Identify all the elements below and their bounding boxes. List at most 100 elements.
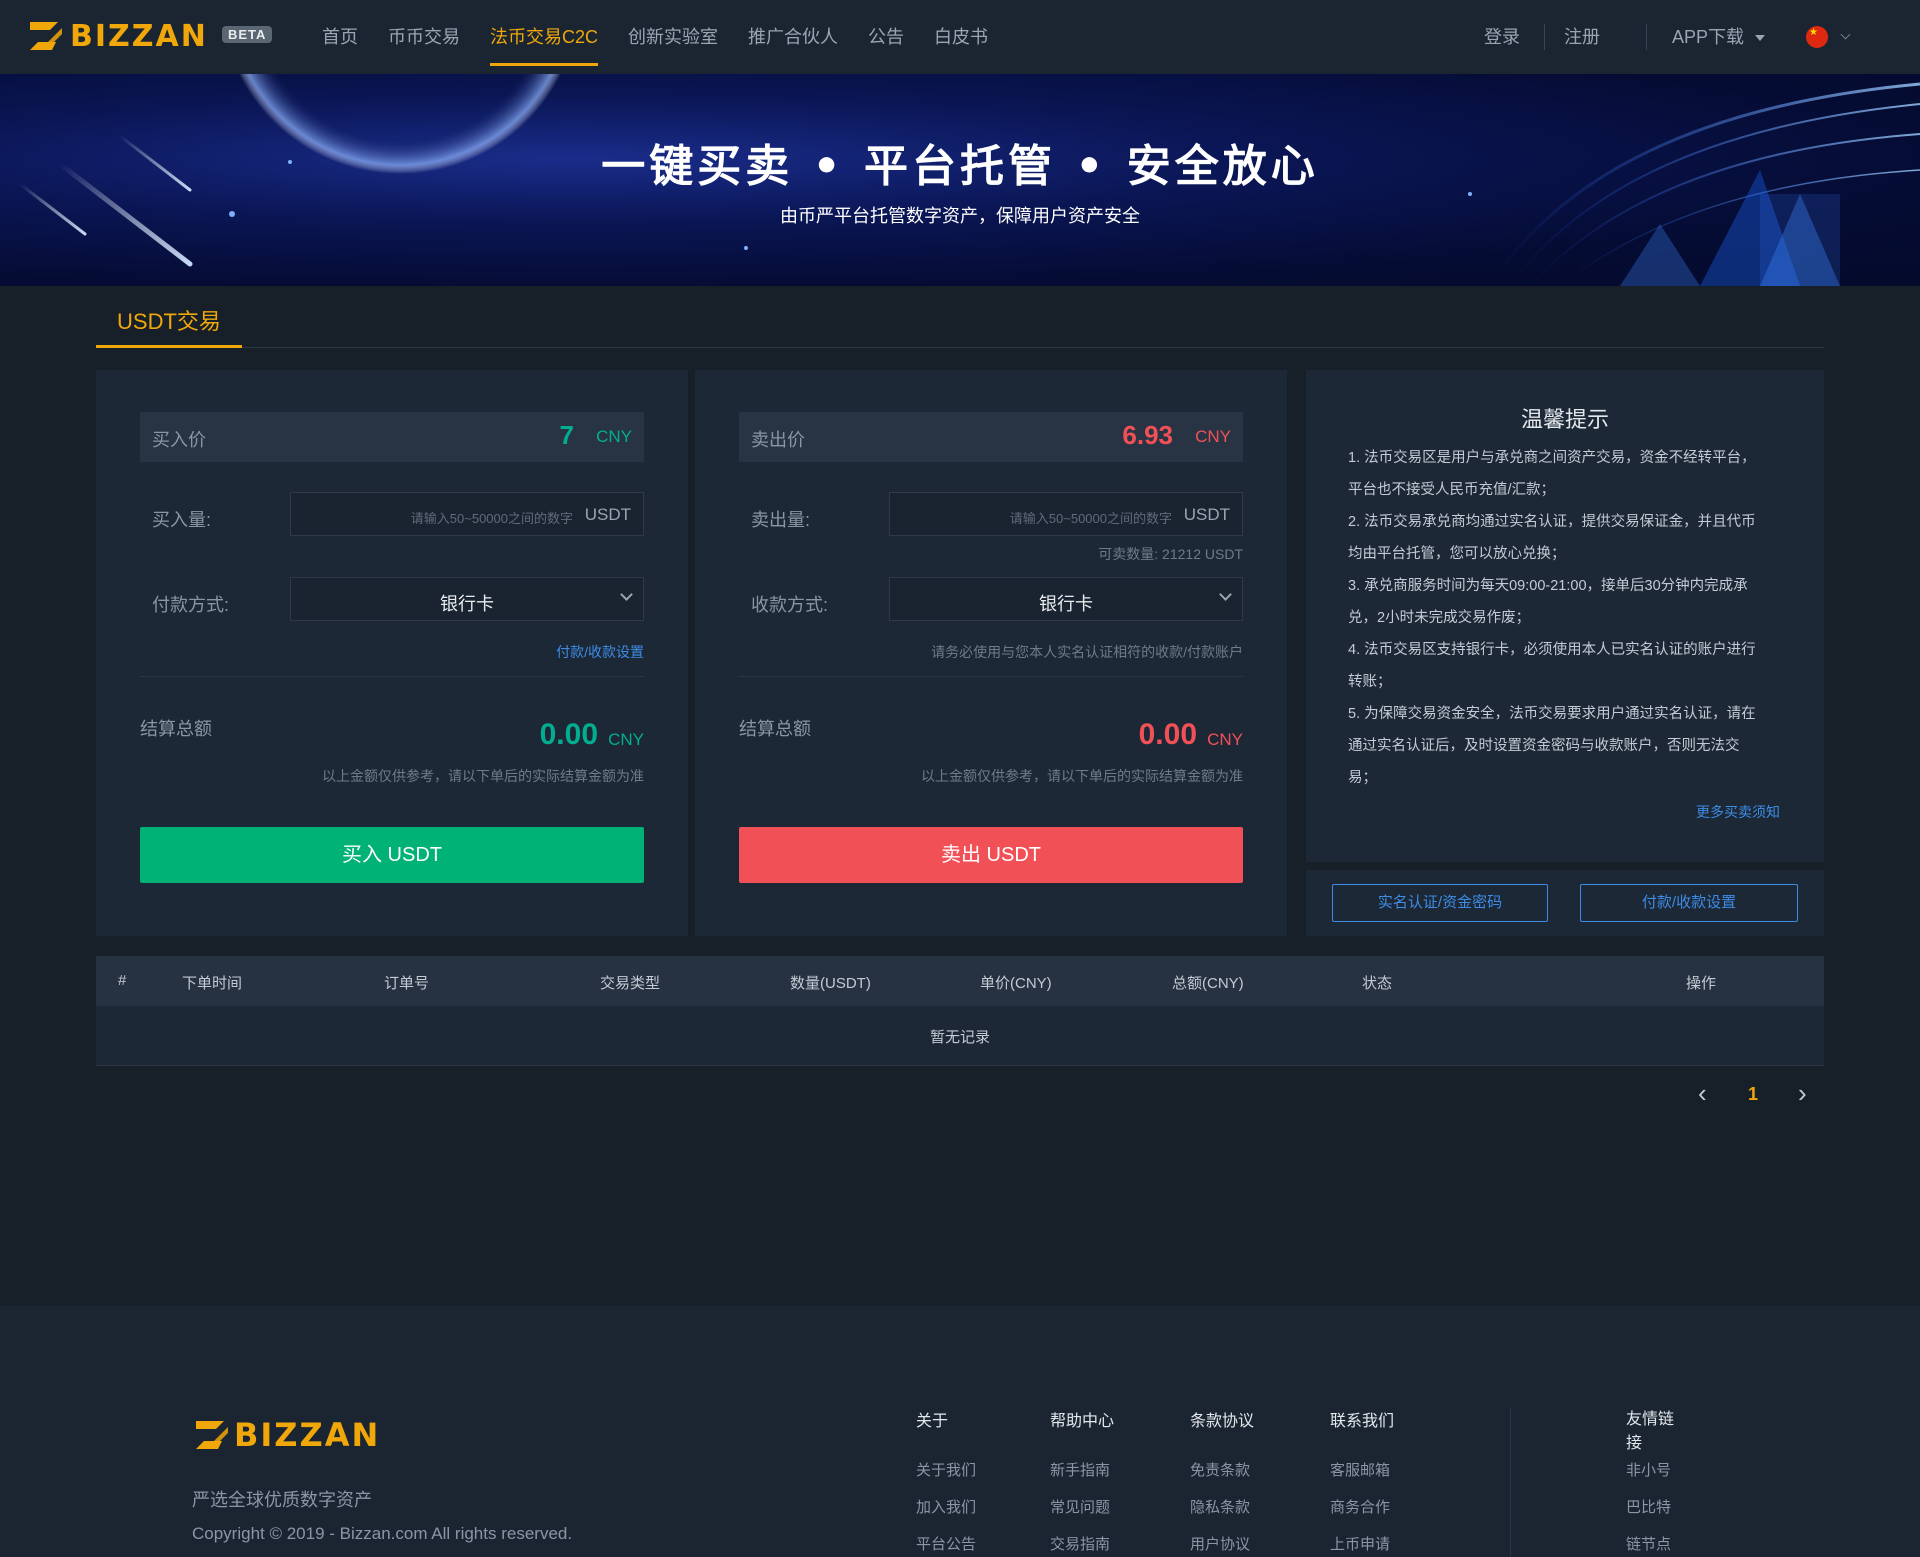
- pager-page-1[interactable]: 1: [1748, 1084, 1758, 1112]
- site-logo[interactable]: BIZZAN: [28, 16, 208, 56]
- tab-usdt[interactable]: USDT交易: [96, 296, 242, 348]
- sell-amount-unit: USDT: [1183, 505, 1230, 524]
- buy-amount-label: 买入量:: [152, 510, 212, 530]
- divider: [140, 676, 644, 677]
- pager-next-button[interactable]: ›: [1798, 1078, 1807, 1108]
- footer-link[interactable]: 新手指南: [1050, 1462, 1114, 1499]
- orders-table-body: 暂无记录: [96, 1006, 1824, 1066]
- sell-amount-placeholder: 请输入50~50000之间的数字: [1009, 511, 1172, 526]
- buy-usdt-button[interactable]: 买入 USDT: [140, 827, 644, 883]
- footer-link[interactable]: 免责条款: [1190, 1462, 1254, 1499]
- sell-amount-label: 卖出量:: [751, 510, 811, 530]
- nav-c2c[interactable]: 法币交易C2C: [490, 0, 599, 74]
- buy-total-currency: CNY: [608, 730, 644, 749]
- app-download-menu[interactable]: APP下载: [1672, 0, 1766, 74]
- footer-col-title: 帮助中心: [1050, 1413, 1115, 1430]
- main-menu: 首页 币币交易 法币交易C2C 创新实验室 推广合伙人 公告 白皮书: [322, 0, 1018, 74]
- sell-amount-input[interactable]: 请输入50~50000之间的数字 USDT: [889, 492, 1243, 536]
- tips-line: 转账；: [1348, 674, 1392, 690]
- sell-available-amount: 可卖数量: 21212 USDT: [1098, 546, 1243, 562]
- tips-body: 1. 法币交易区是用户与承兑商之间资产交易，资金不经转平台， 平台也不接受人民币…: [1348, 442, 1778, 794]
- nav-divider: [1646, 24, 1647, 50]
- sell-total-note: 以上金额仅供参考，请以下单后的实际结算金额为准: [921, 768, 1243, 784]
- footer-col-title: 关于: [916, 1413, 949, 1430]
- footer-link[interactable]: 加入我们: [916, 1499, 976, 1536]
- tips-line: 2. 法币交易承兑商均通过实名认证，提供交易保证金，并且代币: [1348, 514, 1756, 530]
- buy-price-bar: 买入价 7 CNY: [140, 412, 644, 462]
- buy-total-value: 0.00: [539, 718, 598, 751]
- sell-price-value: 6.93: [1122, 420, 1173, 450]
- nav-partner[interactable]: 推广合伙人: [748, 0, 838, 74]
- footer-link[interactable]: 链节点: [1626, 1536, 1746, 1557]
- orders-table-header: # 下单时间 订单号 交易类型 数量(USDT) 单价(CNY) 总额(CNY)…: [96, 956, 1824, 1006]
- sell-usdt-button[interactable]: 卖出 USDT: [739, 827, 1243, 883]
- footer-link[interactable]: 关于我们: [916, 1462, 976, 1499]
- tips-line: 4. 法币交易区支持银行卡，必须使用本人已实名认证的账户进行: [1348, 642, 1756, 658]
- buy-panel: 买入价 7 CNY 买入量: 请输入50~50000之间的数字 USDT 付款方…: [96, 370, 688, 936]
- sell-total-currency: CNY: [1207, 730, 1243, 749]
- logo-text: BIZZAN: [70, 18, 208, 54]
- nav-divider: [1544, 24, 1545, 50]
- footer-col-title: 友情链接: [1626, 1411, 1675, 1452]
- sell-pay-method-select[interactable]: 银行卡: [889, 577, 1243, 621]
- logo-icon: [196, 1421, 228, 1449]
- col-action: 操作: [1686, 975, 1717, 992]
- nav-exchange[interactable]: 币币交易: [388, 0, 460, 74]
- footer-copyright: Copyright © 2019 - Bizzan.com All rights…: [192, 1524, 573, 1543]
- tips-line: 均由平台托管，您可以放心兑换；: [1348, 546, 1566, 562]
- beta-badge: BETA: [222, 26, 273, 43]
- footer-col-terms: 条款协议 免责条款 隐私条款 用户协议: [1190, 1410, 1254, 1557]
- china-flag-icon[interactable]: [1806, 26, 1828, 48]
- sell-panel: 卖出价 6.93 CNY 卖出量: 请输入50~50000之间的数字 USDT …: [695, 370, 1287, 936]
- nav-announcement[interactable]: 公告: [868, 0, 904, 74]
- footer-col-help: 帮助中心 新手指南 常见问题 交易指南: [1050, 1410, 1114, 1557]
- footer-link[interactable]: 非小号: [1626, 1462, 1746, 1499]
- footer-link[interactable]: 用户协议: [1190, 1536, 1254, 1557]
- pager-prev-button[interactable]: ‹: [1698, 1078, 1707, 1108]
- sell-total-label: 结算总额: [739, 719, 811, 739]
- tips-line: 通过实名认证后，及时设置资金密码与收款账户，否则无法交: [1348, 738, 1740, 754]
- footer-logo-text: BIZZAN: [234, 1416, 381, 1454]
- chevron-down-icon[interactable]: [1840, 29, 1851, 40]
- buy-pay-method-select[interactable]: 银行卡: [290, 577, 644, 621]
- login-link[interactable]: 登录: [1484, 0, 1520, 74]
- more-trading-notes-link[interactable]: 更多买卖须知: [1696, 802, 1780, 822]
- col-order-time: 下单时间: [182, 975, 243, 992]
- footer-link[interactable]: 巴比特: [1626, 1499, 1746, 1536]
- verify-identity-button[interactable]: 实名认证/资金密码: [1332, 884, 1548, 922]
- divider: [739, 676, 1243, 677]
- footer-link[interactable]: 客服邮箱: [1330, 1462, 1394, 1499]
- nav-whitepaper[interactable]: 白皮书: [934, 0, 988, 74]
- col-quantity: 数量(USDT): [790, 975, 871, 992]
- top-navbar: BIZZAN BETA 首页 币币交易 法币交易C2C 创新实验室 推广合伙人 …: [0, 0, 1920, 74]
- sell-total-value: 0.00: [1138, 718, 1197, 751]
- buy-total-note: 以上金额仅供参考，请以下单后的实际结算金额为准: [322, 768, 644, 784]
- footer-col-about: 关于 关于我们 加入我们 平台公告: [916, 1410, 976, 1557]
- tips-line: 兑，2小时未完成交易作废；: [1348, 610, 1531, 626]
- footer-link[interactable]: 隐私条款: [1190, 1499, 1254, 1536]
- footer-link[interactable]: 平台公告: [916, 1536, 976, 1557]
- col-index: #: [118, 972, 127, 989]
- footer-link[interactable]: 商务合作: [1330, 1499, 1394, 1536]
- buy-price-currency: CNY: [596, 427, 632, 446]
- col-order-id: 订单号: [384, 975, 430, 992]
- nav-lab[interactable]: 创新实验室: [628, 0, 718, 74]
- buy-payment-settings-link[interactable]: 付款/收款设置: [556, 642, 644, 662]
- footer-logo[interactable]: BIZZAN: [194, 1416, 380, 1454]
- logo-icon: [30, 22, 62, 50]
- buy-amount-input[interactable]: 请输入50~50000之间的数字 USDT: [290, 492, 644, 536]
- footer-link[interactable]: 交易指南: [1050, 1536, 1114, 1557]
- buy-amount-unit: USDT: [584, 505, 631, 524]
- register-link[interactable]: 注册: [1564, 0, 1600, 74]
- tips-panel: 温馨提示 1. 法币交易区是用户与承兑商之间资产交易，资金不经转平台， 平台也不…: [1306, 370, 1824, 862]
- sell-account-warning: 请务必使用与您本人实名认证相符的收款/付款账户: [931, 644, 1243, 660]
- footer-link[interactable]: 常见问题: [1050, 1499, 1114, 1536]
- footer-link[interactable]: 上币申请: [1330, 1536, 1394, 1557]
- payment-settings-button[interactable]: 付款/收款设置: [1580, 884, 1798, 922]
- col-status: 状态: [1362, 975, 1393, 992]
- nav-home[interactable]: 首页: [322, 0, 358, 74]
- tips-line: 5. 为保障交易资金安全，法币交易要求用户通过实名认证，请在: [1348, 706, 1756, 722]
- tips-line: 平台也不接受人民币充值/汇款；: [1348, 482, 1556, 498]
- footer-col-title: 条款协议: [1190, 1413, 1255, 1430]
- buy-pay-method-value: 银行卡: [440, 594, 494, 614]
